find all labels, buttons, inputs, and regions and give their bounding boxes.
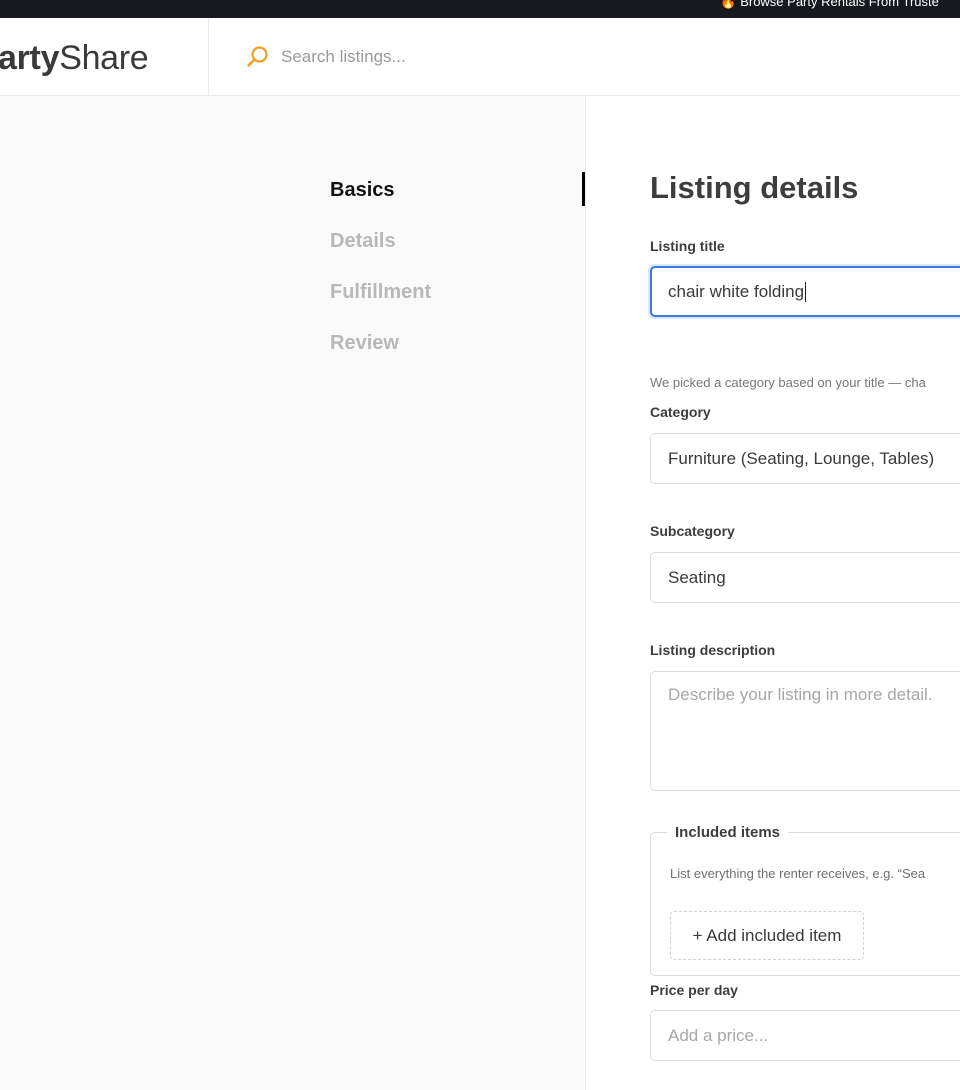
category-label: Category — [650, 404, 711, 420]
logo[interactable]: artyShare — [0, 39, 149, 77]
announcement-bar: 🔥 Browse Party Rentals From Truste — [0, 0, 960, 18]
fire-icon: 🔥 — [720, 0, 737, 9]
included-items-fieldset: Included items List everything the rente… — [650, 824, 960, 976]
add-included-item-button[interactable]: + Add included item — [670, 911, 864, 960]
page-title: Listing details — [650, 170, 859, 205]
search-input[interactable] — [281, 45, 681, 69]
active-step-indicator — [582, 172, 585, 206]
search-icon[interactable] — [246, 45, 270, 69]
step-details[interactable]: Details — [330, 229, 396, 253]
step-basics[interactable]: Basics — [330, 178, 395, 202]
included-items-hint: List everything the renter receives, e.g… — [670, 866, 926, 881]
category-select[interactable]: Furniture (Seating, Lounge, Tables) — [650, 433, 960, 484]
listing-title-input[interactable]: chair white folding — [650, 266, 960, 317]
listing-form: Listing details Listing title chair whit… — [587, 96, 960, 1090]
step-fulfillment[interactable]: Fulfillment — [330, 280, 431, 304]
category-hint: We picked a category based on your title… — [650, 375, 926, 390]
subcategory-label: Subcategory — [650, 523, 735, 539]
description-textarea[interactable]: Describe your listing in more detail. — [650, 671, 960, 791]
step-review[interactable]: Review — [330, 331, 399, 355]
announcement-text[interactable]: 🔥 Browse Party Rentals From Truste — [720, 0, 939, 10]
steps-sidebar: Basics Details Fulfillment Review — [0, 96, 586, 1090]
description-label: Listing description — [650, 642, 776, 658]
included-items-legend: Included items — [667, 824, 789, 841]
site-header: artyShare — [0, 18, 960, 96]
price-input[interactable]: Add a price... — [650, 1010, 960, 1061]
header-divider — [208, 18, 209, 96]
listing-title-label: Listing title — [650, 238, 725, 254]
subcategory-select[interactable]: Seating — [650, 552, 960, 603]
price-label: Price per day — [650, 982, 738, 998]
text-caret — [805, 281, 807, 302]
